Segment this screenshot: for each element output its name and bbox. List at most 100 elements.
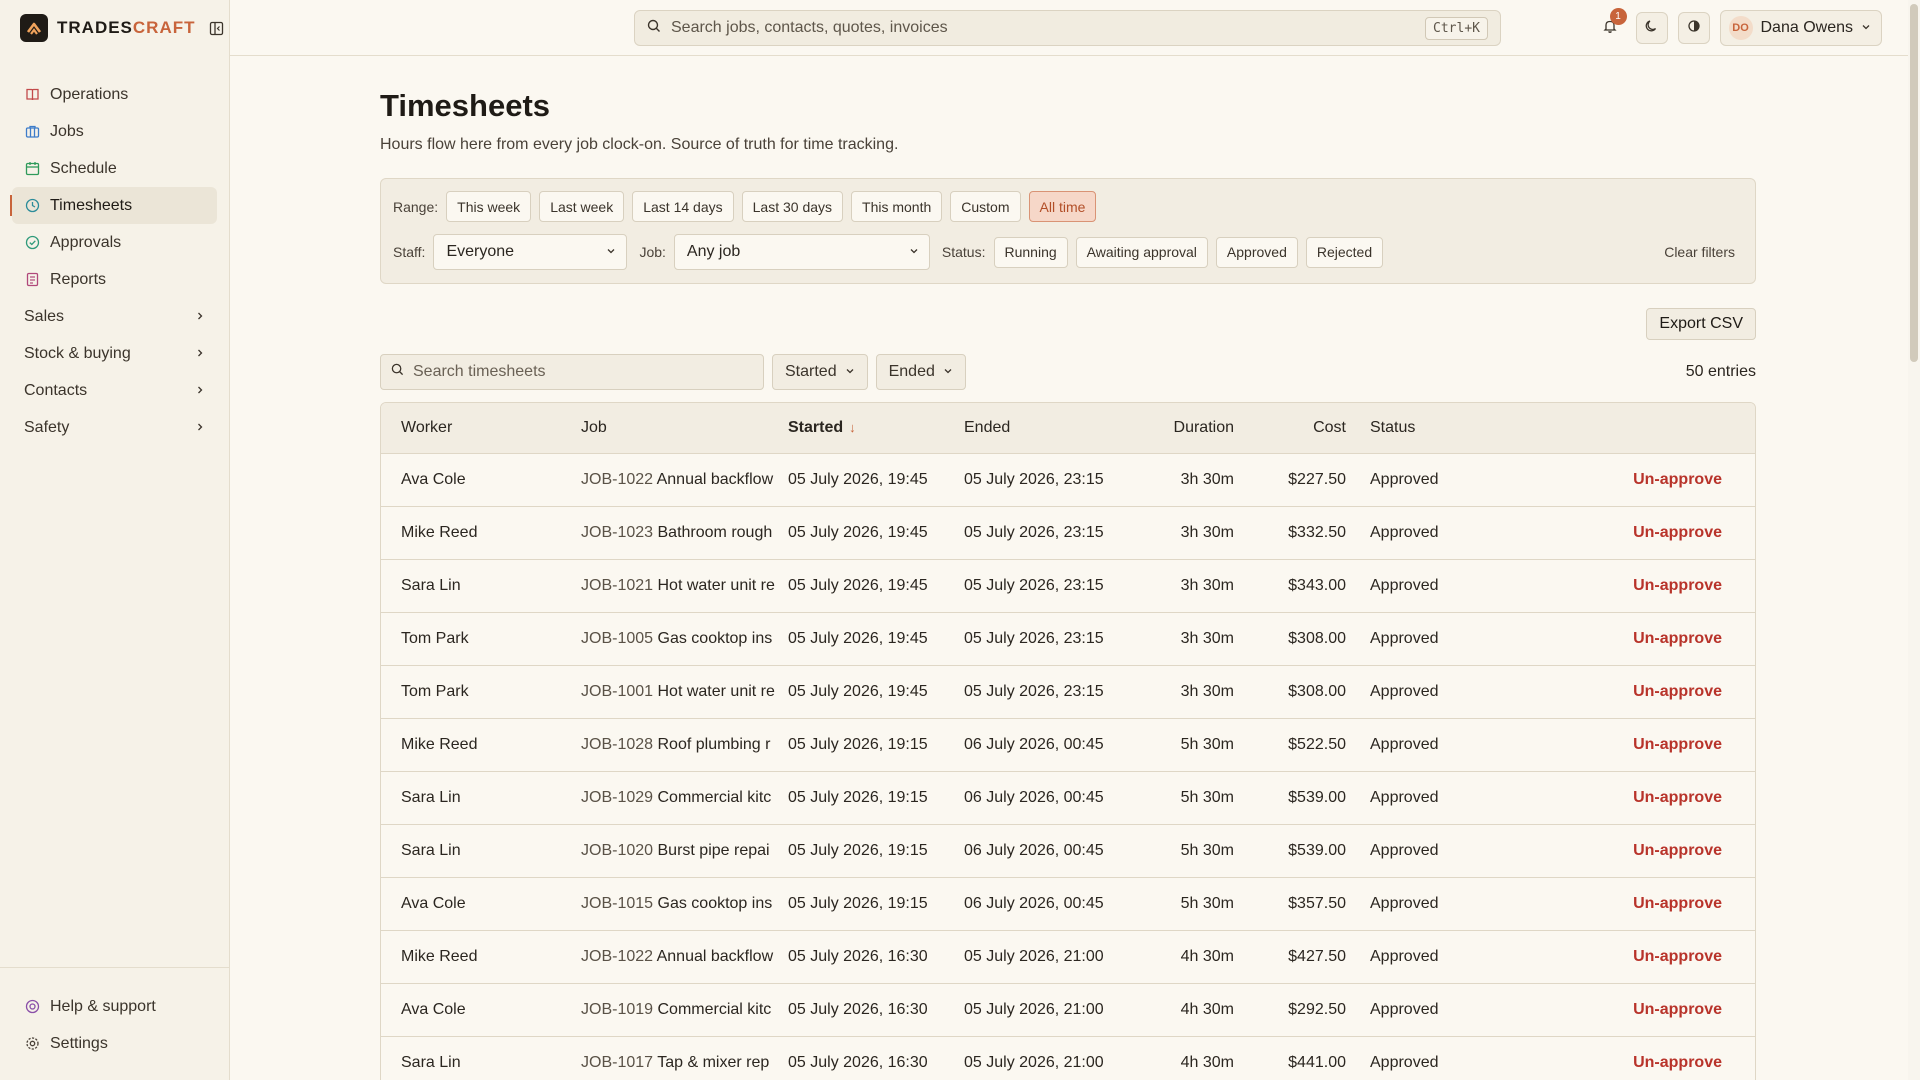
sidebar-item-reports[interactable]: Reports bbox=[12, 261, 217, 298]
job-select[interactable]: Any job bbox=[673, 234, 930, 270]
sidebar-item-approvals[interactable]: Approvals bbox=[12, 224, 217, 261]
chevron-right-icon bbox=[195, 345, 205, 363]
cell-job[interactable]: JOB-1001 Hot water unit re bbox=[581, 683, 788, 701]
un-approve-button[interactable]: Un-approve bbox=[1633, 948, 1722, 965]
timesheet-search-input[interactable]: Search timesheets bbox=[380, 354, 764, 390]
un-approve-button[interactable]: Un-approve bbox=[1633, 842, 1722, 859]
table-row[interactable]: Ava Cole JOB-1022 Annual backflow 05 July … bbox=[381, 454, 1755, 507]
cell-job-name: Annual backflow bbox=[656, 471, 774, 488]
cell-job[interactable]: JOB-1028 Roof plumbing r bbox=[581, 736, 788, 754]
range-this-month[interactable]: This month bbox=[851, 191, 943, 222]
cell-job[interactable]: JOB-1021 Hot water unit re bbox=[581, 577, 788, 595]
sidebar-item-schedule[interactable]: Schedule bbox=[12, 150, 217, 187]
user-menu-button[interactable]: DO Dana Owens bbox=[1719, 10, 1882, 46]
range-custom[interactable]: Custom bbox=[950, 191, 1021, 222]
cell-job[interactable]: JOB-1023 Bathroom rough bbox=[581, 524, 788, 542]
cell-duration: 5h 30m bbox=[1180, 736, 1234, 753]
notifications-button[interactable]: 1 bbox=[1594, 8, 1627, 44]
global-search-input[interactable]: Search jobs, contacts, quotes, invoices … bbox=[634, 10, 1501, 46]
un-approve-button[interactable]: Un-approve bbox=[1633, 1054, 1722, 1071]
ended-dropdown-label: Ended bbox=[888, 363, 935, 380]
table-row[interactable]: Mike Reed JOB-1028 Roof plumbing r 05 July… bbox=[381, 719, 1755, 772]
cell-ended: 06 July 2026, 00:45 bbox=[964, 736, 1104, 753]
status-awaiting-approval[interactable]: Awaiting approval bbox=[1075, 236, 1208, 268]
started-filter-dropdown[interactable]: Started bbox=[772, 354, 868, 390]
table-row[interactable]: Ava Cole JOB-1019 Commercial kitc 05 July … bbox=[381, 984, 1755, 1037]
table-row[interactable]: Mike Reed JOB-1022 Annual backflow 05 July… bbox=[381, 931, 1755, 984]
sidebar-group-safety[interactable]: Safety bbox=[12, 409, 217, 446]
job-label: Job: bbox=[639, 244, 666, 260]
status-rejected[interactable]: Rejected bbox=[1305, 236, 1384, 268]
cell-job[interactable]: JOB-1015 Gas cooktop ins bbox=[581, 895, 788, 913]
sidebar-group-stock[interactable]: Stock & buying bbox=[12, 335, 217, 372]
sidebar-item-help[interactable]: Help & support bbox=[12, 988, 217, 1025]
un-approve-button[interactable]: Un-approve bbox=[1633, 789, 1722, 806]
sidebar: TRADESCRAFT Operations Jobs Schedule Tim… bbox=[0, 0, 230, 1080]
scrollbar[interactable] bbox=[1908, 0, 1920, 1080]
cell-job[interactable]: JOB-1020 Burst pipe repai bbox=[581, 842, 788, 860]
sidebar-item-label: Schedule bbox=[50, 159, 117, 177]
sidebar-group-sales[interactable]: Sales bbox=[12, 298, 217, 335]
top-actions: 1 DO Dana Owens bbox=[1594, 8, 1882, 46]
table-row[interactable]: Sara Lin JOB-1017 Tap & mixer rep 05 July … bbox=[381, 1037, 1755, 1080]
sidebar-item-timesheets[interactable]: Timesheets bbox=[10, 187, 217, 224]
un-approve-button[interactable]: Un-approve bbox=[1633, 577, 1722, 594]
sidebar-item-jobs[interactable]: Jobs bbox=[12, 113, 217, 150]
column-header-status[interactable]: Status bbox=[1346, 419, 1526, 437]
scrollbar-thumb[interactable] bbox=[1910, 4, 1918, 362]
status-approved[interactable]: Approved bbox=[1215, 236, 1298, 268]
logo-icon[interactable] bbox=[20, 14, 48, 42]
cell-action: Un-approve bbox=[1526, 524, 1755, 542]
column-header-cost[interactable]: Cost bbox=[1234, 419, 1346, 437]
cell-job[interactable]: JOB-1022 Annual backflow bbox=[581, 471, 788, 489]
column-header-started[interactable]: Started ↓ bbox=[788, 419, 964, 437]
cell-job[interactable]: JOB-1022 Annual backflow bbox=[581, 948, 788, 966]
sidebar-item-operations[interactable]: Operations bbox=[12, 76, 217, 113]
cell-ended: 05 July 2026, 21:00 bbox=[964, 1054, 1104, 1071]
column-header-worker[interactable]: Worker bbox=[381, 419, 581, 437]
status-running[interactable]: Running bbox=[993, 236, 1068, 268]
sidebar-group-contacts[interactable]: Contacts bbox=[12, 372, 217, 409]
un-approve-button[interactable]: Un-approve bbox=[1633, 471, 1722, 488]
column-header-job[interactable]: Job bbox=[581, 419, 788, 437]
table-row[interactable]: Sara Lin JOB-1021 Hot water unit re 05 Jul… bbox=[381, 560, 1755, 613]
range-last-30-days[interactable]: Last 30 days bbox=[741, 191, 844, 222]
un-approve-button[interactable]: Un-approve bbox=[1633, 895, 1722, 912]
clear-filters-link[interactable]: Clear filters bbox=[1664, 244, 1743, 260]
range-all-time[interactable]: All time bbox=[1028, 191, 1097, 222]
cell-job-name: Bathroom rough bbox=[657, 524, 773, 541]
un-approve-button[interactable]: Un-approve bbox=[1633, 736, 1722, 753]
table-row[interactable]: Sara Lin JOB-1029 Commercial kitc 05 July … bbox=[381, 772, 1755, 825]
un-approve-button[interactable]: Un-approve bbox=[1633, 630, 1722, 647]
sidebar-item-label: Approvals bbox=[50, 233, 122, 251]
table-row[interactable]: Tom Park JOB-1005 Gas cooktop ins 05 July … bbox=[381, 613, 1755, 666]
theme-toggle-button[interactable] bbox=[1635, 12, 1668, 44]
un-approve-button[interactable]: Un-approve bbox=[1633, 1001, 1722, 1018]
un-approve-button[interactable]: Un-approve bbox=[1633, 524, 1722, 541]
range-last-week[interactable]: Last week bbox=[539, 191, 625, 222]
main-content: Timesheets Hours flow here from every jo… bbox=[380, 56, 1756, 1080]
cell-started: 05 July 2026, 16:30 bbox=[788, 948, 928, 965]
cell-cost: $308.00 bbox=[1288, 683, 1346, 700]
table-row[interactable]: Sara Lin JOB-1020 Burst pipe repai 05 July… bbox=[381, 825, 1755, 878]
range-last-14-days[interactable]: Last 14 days bbox=[632, 191, 734, 222]
contrast-toggle-button[interactable] bbox=[1677, 12, 1710, 44]
table-row[interactable]: Mike Reed JOB-1023 Bathroom rough 05 July … bbox=[381, 507, 1755, 560]
sidebar-collapse-icon[interactable] bbox=[209, 21, 224, 36]
sidebar-item-settings[interactable]: Settings bbox=[12, 1025, 217, 1062]
cell-job[interactable]: JOB-1017 Tap & mixer rep bbox=[581, 1054, 788, 1072]
cell-cost: $539.00 bbox=[1288, 842, 1346, 859]
export-csv-button[interactable]: Export CSV bbox=[1646, 308, 1756, 340]
un-approve-button[interactable]: Un-approve bbox=[1633, 683, 1722, 700]
column-header-ended[interactable]: Ended bbox=[964, 419, 1128, 437]
column-header-duration[interactable]: Duration bbox=[1128, 419, 1234, 437]
range-this-week[interactable]: This week bbox=[446, 191, 532, 222]
ended-filter-dropdown[interactable]: Ended bbox=[875, 354, 966, 390]
staff-select[interactable]: Everyone bbox=[433, 234, 628, 270]
cell-job[interactable]: JOB-1019 Commercial kitc bbox=[581, 1001, 788, 1019]
table-row[interactable]: Ava Cole JOB-1015 Gas cooktop ins 05 July … bbox=[381, 878, 1755, 931]
cell-job[interactable]: JOB-1029 Commercial kitc bbox=[581, 789, 788, 807]
cell-job[interactable]: JOB-1005 Gas cooktop ins bbox=[581, 630, 788, 648]
table-row[interactable]: Tom Park JOB-1001 Hot water unit re 05 Jul… bbox=[381, 666, 1755, 719]
cell-cost: $332.50 bbox=[1288, 524, 1346, 541]
